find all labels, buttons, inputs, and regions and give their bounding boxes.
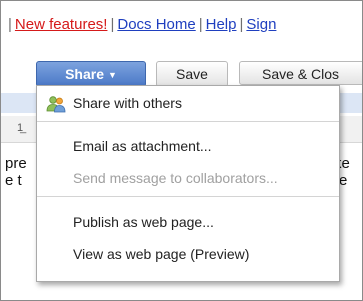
save-and-close-button[interactable]: Save & Clos <box>239 61 362 85</box>
menu-item-publish-as-web-page[interactable]: Publish as web page... <box>73 214 214 230</box>
document-text-fragment: e t <box>5 172 22 189</box>
help-link[interactable]: Help <box>206 16 237 33</box>
menu-item-view-as-web-page[interactable]: View as web page (Preview) <box>73 246 249 262</box>
app-frame: | New features! | Docs Home | Help | Sign Share… <box>0 0 363 301</box>
sign-out-link[interactable]: Sign <box>246 16 276 33</box>
underline-icon[interactable]: 1̲ <box>17 122 23 134</box>
share-button-label: Share <box>65 66 104 82</box>
menu-divider <box>37 121 339 122</box>
share-dropdown-menu: Share with others Email as attachment...… <box>36 85 340 282</box>
menu-divider <box>37 196 339 197</box>
menu-item-send-message-to-collaborators: Send message to collaborators... <box>73 170 278 186</box>
chevron-down-icon: ▼ <box>108 70 117 80</box>
document-text-fragment: pre <box>5 155 27 172</box>
link-separator: | <box>8 16 12 33</box>
link-separator: | <box>239 16 244 33</box>
menu-item-share-with-others[interactable]: Share with others <box>73 95 182 111</box>
people-icon <box>46 96 66 113</box>
link-separator: | <box>110 16 115 33</box>
menu-item-email-as-attachment[interactable]: Email as attachment... <box>73 138 212 154</box>
share-button[interactable]: Share ▼ <box>36 61 146 87</box>
new-features-link[interactable]: New features! <box>15 16 108 33</box>
docs-home-link[interactable]: Docs Home <box>117 16 195 33</box>
link-separator: | <box>198 16 203 33</box>
save-button[interactable]: Save <box>156 61 228 87</box>
header-links: | New features! | Docs Home | Help | Sign <box>5 16 276 33</box>
